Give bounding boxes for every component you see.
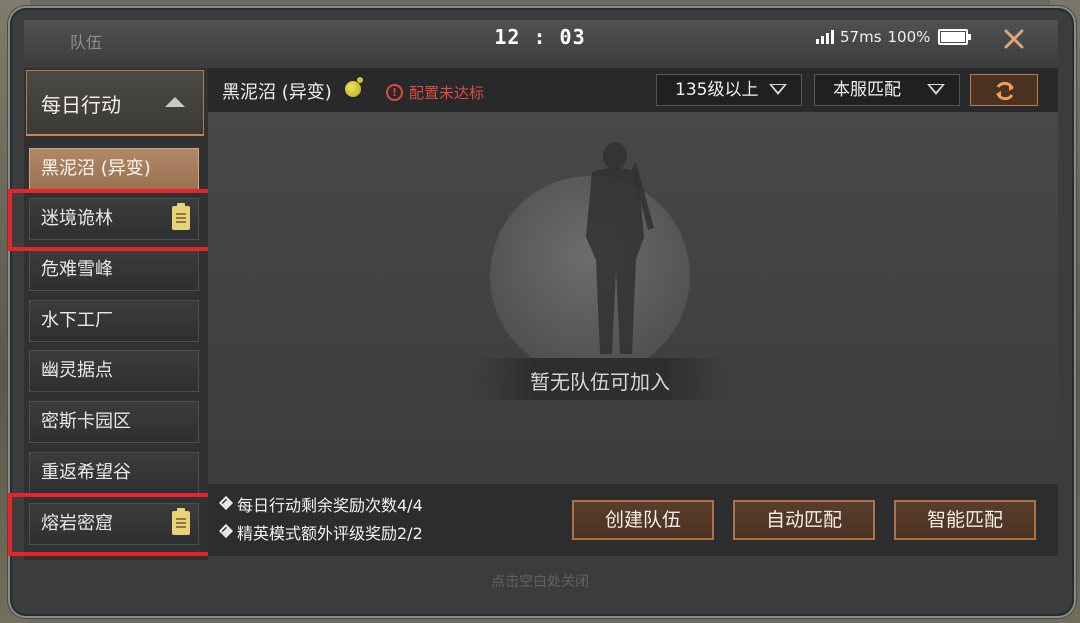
close-button[interactable]: [994, 22, 1034, 56]
server-filter-value: 本服匹配: [833, 80, 901, 100]
mutation-icon: [345, 77, 363, 97]
level-filter-dropdown[interactable]: 135级以上: [656, 74, 802, 106]
elite-reward-text: 精英模式额外评级奖励2/2: [237, 524, 423, 543]
refresh-icon: [996, 81, 1014, 101]
sidebar-item-hope-valley[interactable]: 重返希望谷: [29, 452, 199, 494]
sidebar-item-label: 密斯卡园区: [41, 411, 131, 432]
sidebar-item-underwater-factory[interactable]: 水下工厂: [29, 300, 199, 342]
battery-text: 100%: [887, 28, 931, 46]
signal-icon: [816, 30, 834, 44]
diamond-icon: [220, 525, 234, 539]
refresh-button[interactable]: [970, 74, 1038, 106]
chevron-down-icon: [769, 84, 787, 95]
close-icon: [1004, 29, 1024, 49]
sidebar-item-miska-park[interactable]: 密斯卡园区: [29, 401, 199, 443]
sidebar-item-label: 水下工厂: [41, 310, 113, 331]
smart-match-button[interactable]: 智能匹配: [894, 500, 1036, 540]
empty-state-message: 暂无队伍可加入: [530, 370, 670, 394]
daily-reward-text: 每日行动剩余奖励次数4/4: [237, 496, 423, 515]
diamond-icon: [220, 497, 234, 511]
map-name: 黑泥沼 (异变): [222, 82, 332, 103]
sidebar-item-snow-peak[interactable]: 危难雪峰: [29, 249, 199, 291]
sidebar-item-label: 黑泥沼 (异变): [41, 158, 151, 179]
server-filter-dropdown[interactable]: 本服匹配: [814, 74, 960, 106]
auto-match-button[interactable]: 自动匹配: [733, 500, 875, 540]
daily-reward-info: 每日行动剩余奖励次数4/4: [220, 492, 423, 516]
sidebar-item-label: 幽灵据点: [41, 360, 113, 381]
highlight-box-maze-forest: [8, 189, 218, 251]
close-hint[interactable]: 点击空白处关闭: [0, 571, 1080, 591]
chevron-down-icon: [927, 84, 945, 95]
battery-icon: [938, 29, 972, 45]
sidebar-item-label: 危难雪峰: [41, 259, 113, 280]
create-team-button[interactable]: 创建队伍: [572, 500, 714, 540]
config-warning: ! 配置未达标: [386, 82, 484, 103]
category-label: 每日行动: [41, 93, 121, 117]
category-dropdown[interactable]: 每日行动: [26, 70, 204, 136]
highlight-box-lava-cave: [8, 493, 214, 556]
elite-reward-info: 精英模式额外评级奖励2/2: [220, 520, 423, 544]
level-filter-value: 135级以上: [675, 80, 759, 100]
ping-text: 57ms: [840, 28, 882, 46]
alert-icon: !: [386, 84, 403, 101]
sidebar-item-black-swamp[interactable]: 黑泥沼 (异变): [29, 148, 199, 190]
sidebar-item-label: 重返希望谷: [41, 462, 131, 483]
chevron-up-icon: [165, 97, 185, 107]
soldier-silhouette-icon: [586, 142, 654, 354]
sidebar-item-ghost-stronghold[interactable]: 幽灵据点: [29, 350, 199, 392]
warning-text: 配置未达标: [409, 84, 485, 102]
status-indicators: 57ms 100%: [816, 28, 972, 46]
